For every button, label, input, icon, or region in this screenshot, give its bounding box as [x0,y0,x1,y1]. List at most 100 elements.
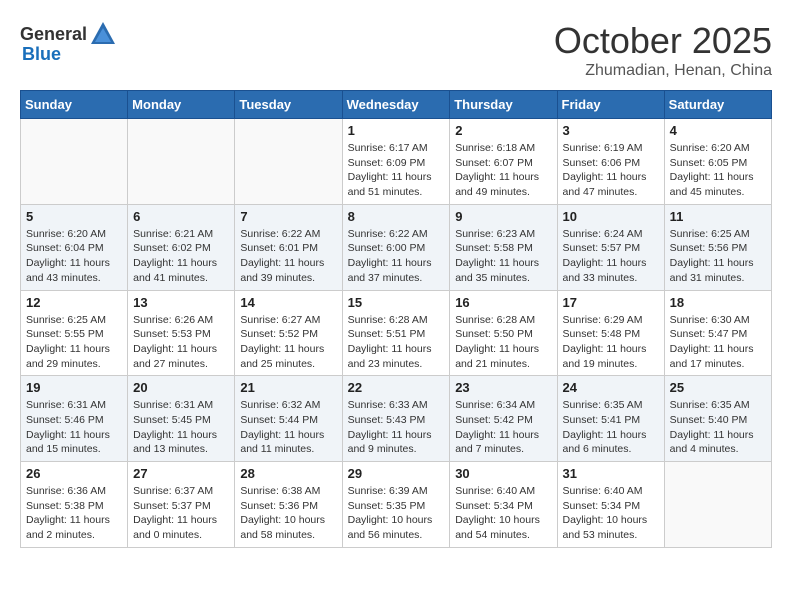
day-info: Sunrise: 6:37 AM Sunset: 5:37 PM Dayligh… [133,484,229,543]
day-number: 17 [563,295,659,310]
day-info: Sunrise: 6:19 AM Sunset: 6:06 PM Dayligh… [563,141,659,200]
day-number: 6 [133,209,229,224]
day-info: Sunrise: 6:18 AM Sunset: 6:07 PM Dayligh… [455,141,551,200]
calendar-week-row: 5 Sunrise: 6:20 AM Sunset: 6:04 PM Daylig… [21,204,772,290]
day-number: 28 [240,466,336,481]
logo-blue: Blue [22,44,61,65]
day-number: 29 [348,466,445,481]
day-number: 3 [563,123,659,138]
calendar-day-cell: 9 Sunrise: 6:23 AM Sunset: 5:58 PM Daylig… [450,204,557,290]
day-info: Sunrise: 6:39 AM Sunset: 5:35 PM Dayligh… [348,484,445,543]
day-number: 13 [133,295,229,310]
day-number: 23 [455,380,551,395]
calendar-day-cell: 26Sunrise: 6:36 AM Sunset: 5:38 PM Dayli… [21,462,128,548]
day-number: 30 [455,466,551,481]
day-number: 31 [563,466,659,481]
day-info: Sunrise: 6:34 AM Sunset: 5:42 PM Dayligh… [455,398,551,457]
day-number: 16 [455,295,551,310]
page-header: General Blue October 2025 Zhumadian, Hen… [20,20,772,80]
day-number: 1 [348,123,445,138]
calendar-day-cell: 19 Sunrise: 6:31 AM Sunset: 5:46 PM Dayli… [21,376,128,462]
day-info: Sunrise: 6:30 AM Sunset: 5:47 PM Dayligh… [670,313,766,372]
day-info: Sunrise: 6:31 AM Sunset: 5:46 PM Dayligh… [26,398,122,457]
day-info: Sunrise: 6:32 AM Sunset: 5:44 PM Dayligh… [240,398,336,457]
calendar-day-cell: 21 Sunrise: 6:32 AM Sunset: 5:44 PM Dayli… [235,376,342,462]
calendar-week-row: 1Sunrise: 6:17 AM Sunset: 6:09 PM Daylig… [21,119,772,205]
calendar-day-cell: 7Sunrise: 6:22 AM Sunset: 6:01 PM Daylig… [235,204,342,290]
calendar-day-cell: 17 Sunrise: 6:29 AM Sunset: 5:48 PM Dayli… [557,290,664,376]
logo: General Blue [20,20,119,65]
day-info: Sunrise: 6:23 AM Sunset: 5:58 PM Dayligh… [455,227,551,286]
calendar-day-cell: 27 Sunrise: 6:37 AM Sunset: 5:37 PM Dayli… [128,462,235,548]
weekday-header: Saturday [664,91,771,119]
day-info: Sunrise: 6:26 AM Sunset: 5:53 PM Dayligh… [133,313,229,372]
calendar-day-cell: 1Sunrise: 6:17 AM Sunset: 6:09 PM Daylig… [342,119,450,205]
weekday-header: Sunday [21,91,128,119]
day-info: Sunrise: 6:28 AM Sunset: 5:50 PM Dayligh… [455,313,551,372]
weekday-header: Friday [557,91,664,119]
day-info: Sunrise: 6:31 AM Sunset: 5:45 PM Dayligh… [133,398,229,457]
calendar-day-cell: 22 Sunrise: 6:33 AM Sunset: 5:43 PM Dayli… [342,376,450,462]
calendar-day-cell: 12Sunrise: 6:25 AM Sunset: 5:55 PM Dayli… [21,290,128,376]
day-number: 25 [670,380,766,395]
day-number: 21 [240,380,336,395]
day-info: Sunrise: 6:36 AM Sunset: 5:38 PM Dayligh… [26,484,122,543]
calendar-day-cell [235,119,342,205]
calendar-day-cell: 6 Sunrise: 6:21 AM Sunset: 6:02 PM Daylig… [128,204,235,290]
calendar-day-cell: 13 Sunrise: 6:26 AM Sunset: 5:53 PM Dayli… [128,290,235,376]
day-info: Sunrise: 6:21 AM Sunset: 6:02 PM Dayligh… [133,227,229,286]
calendar-day-cell: 5 Sunrise: 6:20 AM Sunset: 6:04 PM Daylig… [21,204,128,290]
day-number: 11 [670,209,766,224]
logo-general: General [20,24,87,45]
calendar-day-cell: 15 Sunrise: 6:28 AM Sunset: 5:51 PM Dayli… [342,290,450,376]
day-info: Sunrise: 6:25 AM Sunset: 5:56 PM Dayligh… [670,227,766,286]
calendar-day-cell: 24Sunrise: 6:35 AM Sunset: 5:41 PM Dayli… [557,376,664,462]
calendar-day-cell [664,462,771,548]
calendar-day-cell: 20 Sunrise: 6:31 AM Sunset: 5:45 PM Dayli… [128,376,235,462]
day-number: 4 [670,123,766,138]
calendar-day-cell [128,119,235,205]
location: Zhumadian, Henan, China [554,62,772,80]
day-info: Sunrise: 6:22 AM Sunset: 6:00 PM Dayligh… [348,227,445,286]
calendar-day-cell: 4 Sunrise: 6:20 AM Sunset: 6:05 PM Daylig… [664,119,771,205]
day-number: 27 [133,466,229,481]
calendar-day-cell: 18 Sunrise: 6:30 AM Sunset: 5:47 PM Dayli… [664,290,771,376]
calendar-day-cell: 25 Sunrise: 6:35 AM Sunset: 5:40 PM Dayli… [664,376,771,462]
day-info: Sunrise: 6:28 AM Sunset: 5:51 PM Dayligh… [348,313,445,372]
day-number: 20 [133,380,229,395]
weekday-header: Thursday [450,91,557,119]
title-block: October 2025 Zhumadian, Henan, China [554,20,772,80]
day-number: 18 [670,295,766,310]
day-info: Sunrise: 6:29 AM Sunset: 5:48 PM Dayligh… [563,313,659,372]
weekday-header: Tuesday [235,91,342,119]
calendar-day-cell: 14Sunrise: 6:27 AM Sunset: 5:52 PM Dayli… [235,290,342,376]
day-number: 15 [348,295,445,310]
day-info: Sunrise: 6:35 AM Sunset: 5:40 PM Dayligh… [670,398,766,457]
calendar-header-row: SundayMondayTuesdayWednesdayThursdayFrid… [21,91,772,119]
day-number: 8 [348,209,445,224]
calendar-day-cell: 8 Sunrise: 6:22 AM Sunset: 6:00 PM Daylig… [342,204,450,290]
calendar-day-cell: 2Sunrise: 6:18 AM Sunset: 6:07 PM Daylig… [450,119,557,205]
calendar-day-cell: 10Sunrise: 6:24 AM Sunset: 5:57 PM Dayli… [557,204,664,290]
day-info: Sunrise: 6:40 AM Sunset: 5:34 PM Dayligh… [563,484,659,543]
calendar-day-cell: 31 Sunrise: 6:40 AM Sunset: 5:34 PM Dayli… [557,462,664,548]
calendar-day-cell: 11 Sunrise: 6:25 AM Sunset: 5:56 PM Dayli… [664,204,771,290]
day-info: Sunrise: 6:25 AM Sunset: 5:55 PM Dayligh… [26,313,122,372]
day-info: Sunrise: 6:27 AM Sunset: 5:52 PM Dayligh… [240,313,336,372]
day-number: 22 [348,380,445,395]
calendar-day-cell: 29 Sunrise: 6:39 AM Sunset: 5:35 PM Dayli… [342,462,450,548]
day-number: 19 [26,380,122,395]
calendar-day-cell: 30Sunrise: 6:40 AM Sunset: 5:34 PM Dayli… [450,462,557,548]
calendar-day-cell: 16 Sunrise: 6:28 AM Sunset: 5:50 PM Dayli… [450,290,557,376]
day-info: Sunrise: 6:33 AM Sunset: 5:43 PM Dayligh… [348,398,445,457]
calendar-day-cell: 23 Sunrise: 6:34 AM Sunset: 5:42 PM Dayli… [450,376,557,462]
day-info: Sunrise: 6:24 AM Sunset: 5:57 PM Dayligh… [563,227,659,286]
day-number: 24 [563,380,659,395]
day-info: Sunrise: 6:20 AM Sunset: 6:05 PM Dayligh… [670,141,766,200]
day-info: Sunrise: 6:38 AM Sunset: 5:36 PM Dayligh… [240,484,336,543]
day-number: 5 [26,209,122,224]
day-info: Sunrise: 6:20 AM Sunset: 6:04 PM Dayligh… [26,227,122,286]
day-number: 7 [240,209,336,224]
weekday-header: Wednesday [342,91,450,119]
day-number: 9 [455,209,551,224]
